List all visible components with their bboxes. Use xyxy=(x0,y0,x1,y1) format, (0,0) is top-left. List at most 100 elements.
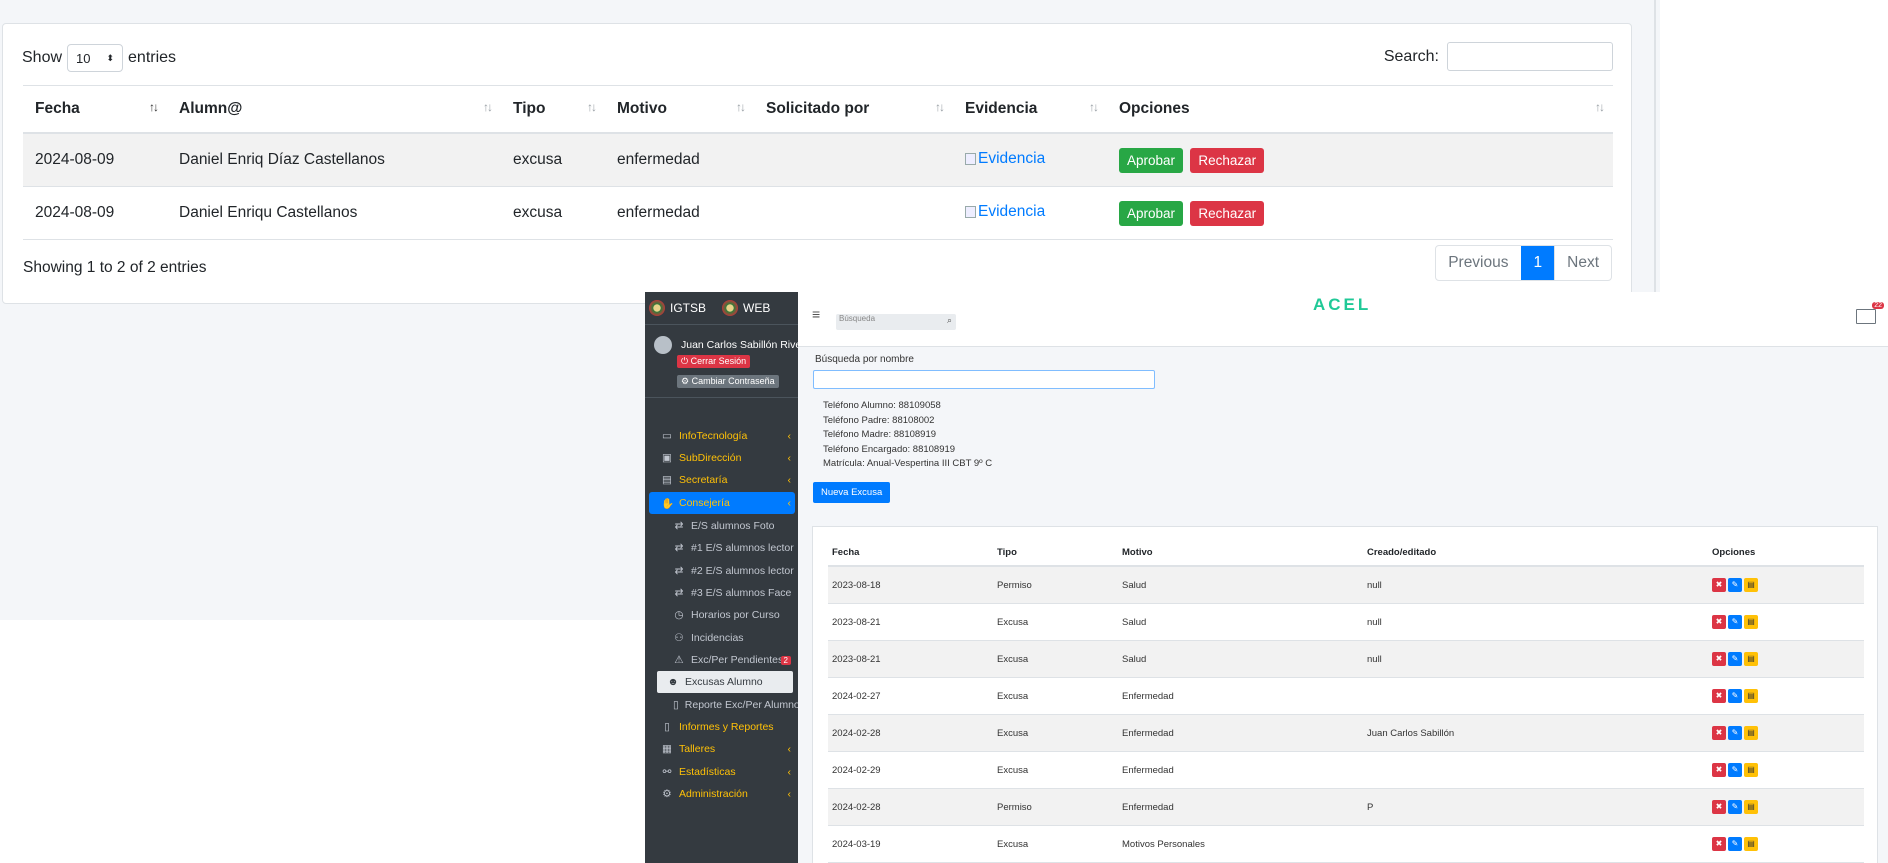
user-panel: Juan Carlos Sabillón Rivera ⏻ Cerrar Ses… xyxy=(645,325,798,398)
sidebar-item-exc-pendientes[interactable]: ⚠ Exc/Per Pendientes 2 xyxy=(649,649,795,671)
print-icon[interactable]: ▤ xyxy=(1744,837,1758,851)
next-page-button[interactable]: Next xyxy=(1554,246,1611,280)
print-icon[interactable]: ▤ xyxy=(1744,615,1758,629)
edit-icon[interactable]: ✎ xyxy=(1728,689,1742,703)
evidence-link[interactable]: Evidencia xyxy=(965,150,1045,168)
approve-button[interactable]: Aprobar xyxy=(1119,147,1184,173)
reject-button[interactable]: Rechazar xyxy=(1190,200,1265,226)
col-alumno[interactable]: Alumn@ ↑↓ xyxy=(167,85,501,134)
sidebar: IGTSB WEB Juan Carlos Sabillón Rivera ⏻ … xyxy=(645,292,798,863)
edit-icon[interactable]: ✎ xyxy=(1728,837,1742,851)
delete-icon[interactable]: ✖ xyxy=(1712,689,1726,703)
table-row: 2024-02-28 Excusa Enfermedad Juan Carlos Sa… xyxy=(828,714,1864,752)
sidebar-item-incidencias[interactable]: ⚇ Incidencias xyxy=(649,627,795,649)
edit-icon[interactable]: ✎ xyxy=(1728,763,1742,777)
print-icon[interactable]: ▤ xyxy=(1744,763,1758,777)
print-icon[interactable]: ▤ xyxy=(1744,578,1758,592)
col-solicitado[interactable]: Solicitado por ↑↓ xyxy=(754,85,953,134)
table-row: 2024-08-09 Daniel Enriq Díaz Castellanos… xyxy=(23,133,1613,187)
sidebar-item-es-lector-1[interactable]: ⇄ #1 E/S alumnos lector xyxy=(649,537,795,559)
chevron-left-icon: ‹ xyxy=(787,766,792,778)
col-motivo[interactable]: Motivo ↑↓ xyxy=(605,85,754,134)
divider xyxy=(1654,0,1656,294)
app-screenshot: IGTSB WEB Juan Carlos Sabillón Rivera ⏻ … xyxy=(645,292,1888,863)
delete-icon[interactable]: ✖ xyxy=(1712,726,1726,740)
delete-icon[interactable]: ✖ xyxy=(1712,800,1726,814)
chevron-left-icon: ‹ xyxy=(787,743,792,755)
handshake-icon: ✋ xyxy=(661,497,675,510)
edit-icon[interactable]: ✎ xyxy=(1728,800,1742,814)
sidebar-item-talleres[interactable]: ▦ Talleres ‹ xyxy=(649,738,795,760)
approve-button[interactable]: Aprobar xyxy=(1119,200,1184,226)
col-tipo[interactable]: Tipo ↑↓ xyxy=(501,85,605,134)
page-1-button[interactable]: 1 xyxy=(1520,246,1555,280)
delete-icon[interactable]: ✖ xyxy=(1712,578,1726,592)
navbar-search-input[interactable]: Búsqueda ⌕ xyxy=(836,314,956,330)
new-excuse-button[interactable]: Nueva Excusa xyxy=(813,482,891,503)
col-fecha[interactable]: Fecha ↑↓ xyxy=(23,85,167,134)
id-card-icon: ▤ xyxy=(662,474,672,486)
brand-row: IGTSB WEB xyxy=(645,292,798,325)
sidebar-item-excusas-alumno[interactable]: ☻ Excusas Alumno xyxy=(657,671,793,693)
edit-icon[interactable]: ✎ xyxy=(1728,726,1742,740)
search-icon[interactable]: ⌕ xyxy=(947,315,952,326)
pagination: Previous 1 Next xyxy=(1435,245,1612,281)
sidebar-item-horarios[interactable]: ◷ Horarios por Curso xyxy=(649,604,795,626)
edit-icon[interactable]: ✎ xyxy=(1728,578,1742,592)
sidebar-item-infotecnologia[interactable]: ▭ InfoTecnología ‹ xyxy=(649,425,795,447)
table-header-row: Fecha ↑↓ Alumn@ ↑↓ Tipo ↑↓ Motivo ↑↓ Solicit… xyxy=(23,85,1613,134)
sidebar-item-secretaria[interactable]: ▤ Secretaría ‹ xyxy=(649,469,795,491)
hamburger-icon[interactable]: ≡ xyxy=(812,306,820,322)
sort-icon: ↑↓ xyxy=(149,100,159,114)
print-icon[interactable]: ▤ xyxy=(1744,652,1758,666)
logout-button[interactable]: ⏻ Cerrar Sesión xyxy=(677,355,751,368)
search-input[interactable] xyxy=(1447,42,1613,71)
col-evidencia[interactable]: Evidencia ↑↓ xyxy=(953,85,1107,134)
sidebar-item-es-face[interactable]: ⇄ #3 E/S alumnos Face xyxy=(649,582,795,604)
sidebar-item-consejeria[interactable]: ✋ Consejería ‹ xyxy=(649,492,795,514)
sidebar-item-informes[interactable]: ▯ Informes y Reportes xyxy=(649,716,795,738)
delete-icon[interactable]: ✖ xyxy=(1712,837,1726,851)
change-password-button[interactable]: ⚙ Cambiar Contraseña xyxy=(677,375,779,388)
sidebar-item-es-lector-2[interactable]: ⇄ #2 E/S alumnos lector xyxy=(649,560,795,582)
student-info: Teléfono Alumno: 88109058 Teléfono Padre… xyxy=(823,400,993,469)
evidence-link[interactable]: Evidencia xyxy=(965,203,1045,221)
sidebar-item-subdireccion[interactable]: ▣ SubDirección ‹ xyxy=(649,447,795,469)
requests-table: Fecha ↑↓ Alumn@ ↑↓ Tipo ↑↓ Motivo ↑↓ Solicit… xyxy=(23,85,1613,240)
print-icon[interactable]: ▤ xyxy=(1744,800,1758,814)
delete-icon[interactable]: ✖ xyxy=(1712,763,1726,777)
mail-icon[interactable] xyxy=(1856,309,1876,324)
edit-icon[interactable]: ✎ xyxy=(1728,615,1742,629)
search-label: Search: xyxy=(1383,47,1439,65)
avatar xyxy=(654,336,672,354)
sitemap-icon: ⚯ xyxy=(662,766,672,778)
laptop-icon: ▭ xyxy=(662,430,672,442)
print-icon[interactable]: ▤ xyxy=(1744,726,1758,740)
col-opciones[interactable]: Opciones ↑↓ xyxy=(1107,85,1613,134)
brand-web[interactable]: WEB xyxy=(722,300,770,316)
delete-icon[interactable]: ✖ xyxy=(1712,652,1726,666)
brand-igtsb[interactable]: IGTSB xyxy=(649,300,706,316)
sidebar-item-es-foto[interactable]: ⇄ E/S alumnos Foto xyxy=(649,515,795,537)
table-row: 2023-08-21 Excusa Salud null ✖ ✎ ▤ xyxy=(828,603,1864,641)
toolbox-icon: ▦ xyxy=(662,743,672,755)
exchange-icon: ⇄ xyxy=(674,542,684,554)
updown-icon: ⬍ xyxy=(106,52,115,63)
clock-icon: ◷ xyxy=(674,609,684,621)
broken-image-icon xyxy=(965,153,976,165)
sidebar-item-administracion[interactable]: ⚙ Administración ‹ xyxy=(649,783,795,805)
sidebar-item-reporte-exc[interactable]: ▯ Reporte Exc/Per Alumno xyxy=(649,694,798,716)
sidebar-item-estadisticas[interactable]: ⚯ Estadísticas ‹ xyxy=(649,761,795,783)
previous-page-button[interactable]: Previous xyxy=(1436,246,1520,280)
mail-count-badge: 22 xyxy=(1872,302,1884,309)
print-icon[interactable]: ▤ xyxy=(1744,689,1758,703)
edit-icon[interactable]: ✎ xyxy=(1728,652,1742,666)
delete-icon[interactable]: ✖ xyxy=(1712,615,1726,629)
student-name-input[interactable] xyxy=(813,370,1155,389)
table-row: 2024-08-09 Daniel Enriqu Castellanos exc… xyxy=(23,186,1613,240)
search-control: Search: xyxy=(1384,42,1613,71)
search-by-name-label: Búsqueda por nombre xyxy=(815,354,914,365)
reject-button[interactable]: Rechazar xyxy=(1190,147,1265,173)
chevron-left-icon: ‹ xyxy=(787,430,792,442)
page-length-select[interactable]: 10 ⬍ xyxy=(67,44,124,72)
